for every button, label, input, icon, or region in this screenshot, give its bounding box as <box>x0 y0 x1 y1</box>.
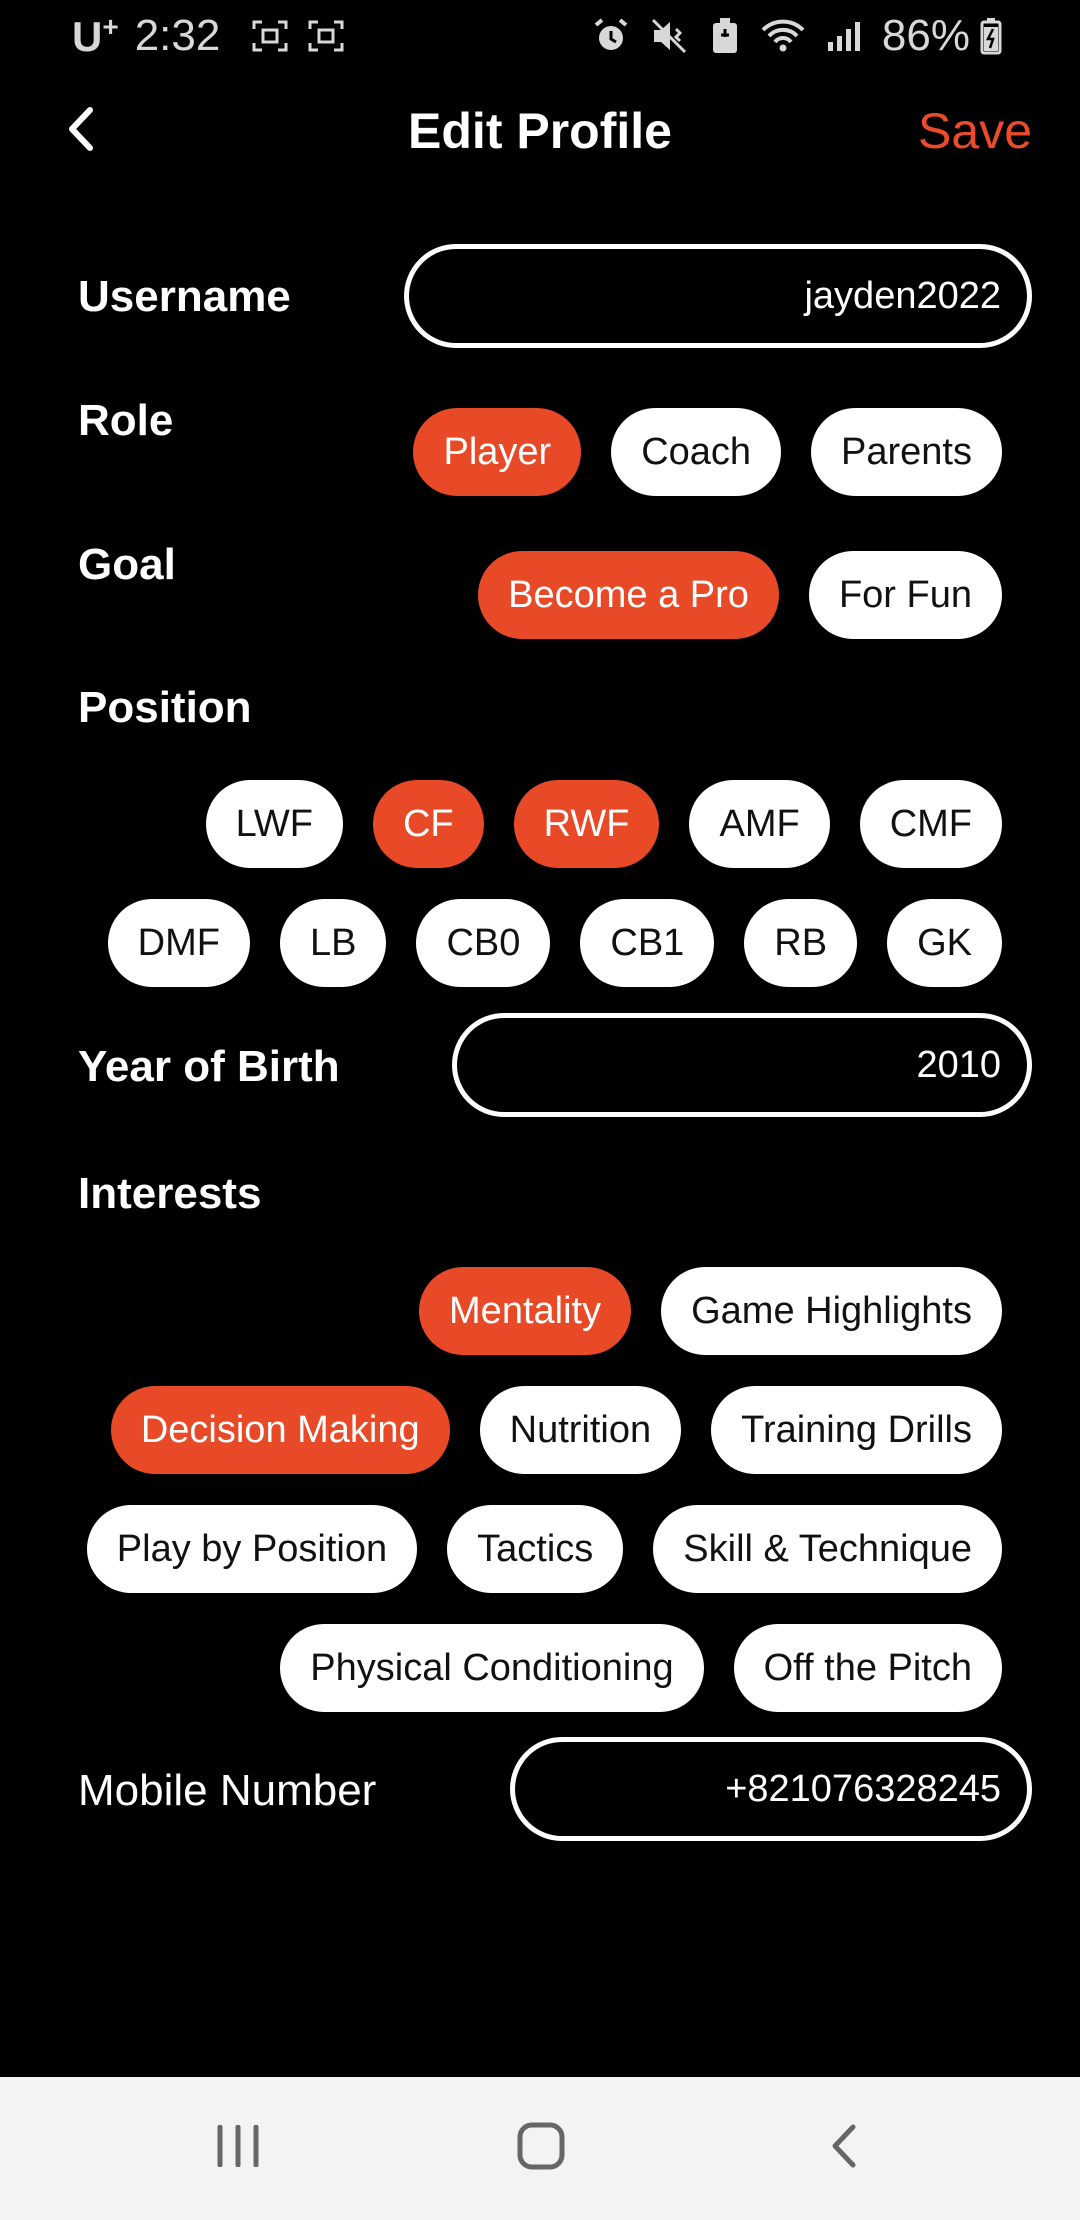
nav-recents-button[interactable] <box>178 2077 298 2220</box>
signal-icon <box>826 20 862 52</box>
status-left: U+ 2:32 <box>72 11 354 61</box>
position-chip-cb0[interactable]: CB0 <box>416 899 551 987</box>
interests-chip-tactics[interactable]: Tactics <box>447 1505 624 1593</box>
position-chip-cmf[interactable]: CMF <box>859 780 1002 868</box>
position-chip-gk[interactable]: GK <box>887 899 1002 987</box>
battery-saver-icon <box>710 17 740 55</box>
nav-home-button[interactable] <box>481 2077 601 2220</box>
goal-chip-become-a-pro[interactable]: Become a Pro <box>478 551 779 639</box>
mute-icon <box>650 17 690 55</box>
nav-back-button[interactable] <box>784 2077 904 2220</box>
username-value: jayden2022 <box>804 274 1001 317</box>
status-bar: U+ 2:32 86% <box>0 0 1080 72</box>
interests-options-row1: Mentality Game Highlights <box>419 1267 1002 1355</box>
save-button[interactable]: Save <box>918 90 1032 172</box>
goal-label: Goal <box>78 540 176 589</box>
role-chip-player[interactable]: Player <box>413 408 582 496</box>
position-chip-dmf[interactable]: DMF <box>107 899 250 987</box>
role-options: Player Coach Parents <box>413 408 1002 496</box>
goal-chip-for-fun[interactable]: For Fun <box>808 551 1002 639</box>
role-chip-coach[interactable]: Coach <box>611 408 782 496</box>
interests-label: Interests <box>78 1169 262 1218</box>
username-label: Username <box>78 272 291 321</box>
position-chip-amf[interactable]: AMF <box>689 780 830 868</box>
goal-options: Become a Pro For Fun <box>478 551 1002 639</box>
interests-options-row3: Play by Position Tactics Skill & Technique <box>86 1505 1002 1593</box>
position-chip-lwf[interactable]: LWF <box>205 780 343 868</box>
recents-icon <box>215 2124 261 2172</box>
position-chip-rb[interactable]: RB <box>744 899 858 987</box>
interests-chip-training-drills[interactable]: Training Drills <box>711 1386 1002 1474</box>
interests-chip-play-by-position[interactable]: Play by Position <box>86 1505 418 1593</box>
year-of-birth-field[interactable]: 2010 <box>452 1013 1032 1117</box>
interests-chip-nutrition[interactable]: Nutrition <box>479 1386 682 1474</box>
interests-chip-decision-making[interactable]: Decision Making <box>110 1386 450 1474</box>
position-chip-lb[interactable]: LB <box>279 899 387 987</box>
interests-chip-skill-and-technique[interactable]: Skill & Technique <box>653 1505 1002 1593</box>
status-time: 2:32 <box>134 11 221 60</box>
status-right: 86% <box>582 11 1012 61</box>
battery-icon <box>980 17 1002 55</box>
alarm-icon <box>592 17 630 55</box>
role-label: Role <box>78 396 174 445</box>
screenshot-icon-2 <box>308 20 344 52</box>
screenshot-icon <box>252 20 288 52</box>
interests-chip-off-the-pitch[interactable]: Off the Pitch <box>733 1624 1002 1712</box>
header: Edit Profile Save <box>0 90 1080 172</box>
position-chip-cf[interactable]: CF <box>372 780 484 868</box>
nav-back-icon <box>829 2123 859 2174</box>
interests-chip-physical-conditioning[interactable]: Physical Conditioning <box>280 1624 704 1712</box>
battery-percent: 86% <box>881 11 970 60</box>
interests-chip-mentality[interactable]: Mentality <box>419 1267 632 1355</box>
system-nav-bar <box>0 2077 1080 2220</box>
year-of-birth-value: 2010 <box>916 1043 1001 1086</box>
mobile-number-value: +821076328245 <box>725 1767 1001 1810</box>
role-chip-parents[interactable]: Parents <box>811 408 1002 496</box>
position-chip-cb1[interactable]: CB1 <box>580 899 715 987</box>
position-options-row2: DMF LB CB0 CB1 RB GK <box>107 899 1002 987</box>
interests-chip-game-highlights[interactable]: Game Highlights <box>661 1267 1002 1355</box>
interests-options-row2: Decision Making Nutrition Training Drills <box>110 1386 1002 1474</box>
mobile-number-label: Mobile Number <box>78 1766 377 1815</box>
carrier-label: U+ <box>72 11 119 60</box>
mobile-number-field[interactable]: +821076328245 <box>510 1737 1032 1841</box>
position-options-row1: LWF CF RWF AMF CMF <box>205 780 1002 868</box>
interests-options-row4: Physical Conditioning Off the Pitch <box>280 1624 1002 1712</box>
home-icon <box>516 2121 566 2176</box>
username-field[interactable]: jayden2022 <box>404 244 1032 348</box>
position-chip-rwf[interactable]: RWF <box>513 780 660 868</box>
wifi-icon <box>760 18 806 54</box>
position-label: Position <box>78 683 252 732</box>
year-of-birth-label: Year of Birth <box>78 1042 340 1091</box>
